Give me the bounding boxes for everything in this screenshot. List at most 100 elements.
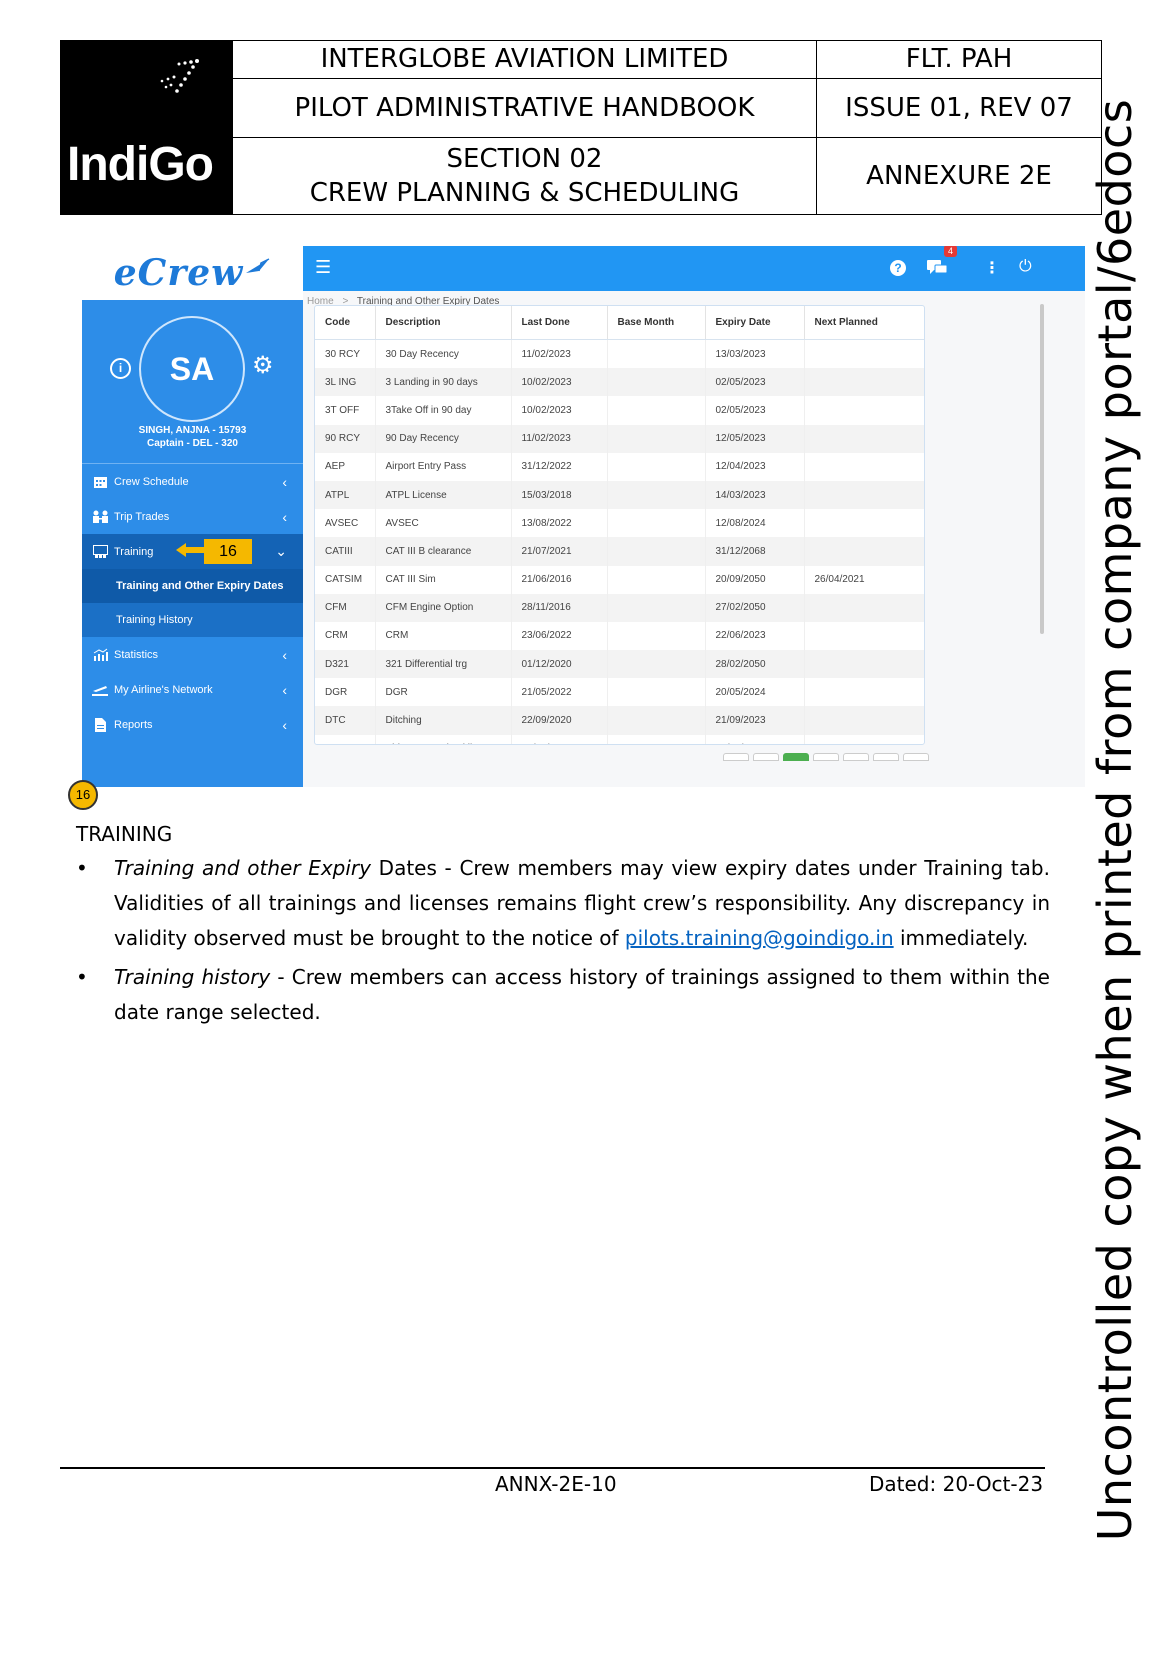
column-header[interactable]: Description: [375, 306, 512, 340]
help-icon[interactable]: ?: [890, 260, 906, 276]
column-header[interactable]: Expiry Date: [705, 306, 805, 340]
table-cell: DGR: [315, 678, 376, 707]
table-cell: [804, 593, 924, 622]
table-cell: [804, 452, 924, 481]
section-number: SECTION 02: [446, 143, 603, 174]
main-content: ☰ ? 4 ⋮ ⏻ Home > Training and Other Expi…: [303, 246, 1085, 787]
table-row[interactable]: D321 321 Differential trg 01/12/2020 28/02/…: [315, 650, 924, 679]
table-cell: [607, 368, 706, 397]
chat-icon[interactable]: [927, 260, 947, 276]
gear-icon[interactable]: ⚙: [252, 354, 274, 378]
sidebar-item-statistics[interactable]: Statistics ‹: [82, 637, 303, 672]
table-row[interactable]: CATSIM CAT III Sim 21/06/2016 20/09/2050 26/…: [315, 565, 924, 594]
table-cell: 26/04/2021: [804, 565, 924, 594]
table-cell: CRM: [315, 621, 376, 651]
table-row[interactable]: 30 RCY 30 Day Recency 11/02/2023 13/03/2023: [315, 339, 924, 369]
table-cell: 21/06/2016: [511, 565, 608, 594]
page-button[interactable]: [903, 753, 929, 761]
plane-icon: [92, 683, 108, 697]
power-icon[interactable]: ⏻: [1019, 258, 1032, 276]
email-link[interactable]: pilots.training@goindigo.in: [625, 926, 894, 950]
table-row[interactable]: ATPL ATPL License 15/03/2018 14/03/2023: [315, 480, 924, 510]
sidebar-item-airline-network[interactable]: My Airline's Network ‹: [82, 672, 303, 707]
step-number-marker: 16: [68, 780, 98, 810]
table-cell: [607, 706, 706, 735]
table-cell: [804, 368, 924, 397]
table-cell: 3Take Off in 90 day: [375, 396, 512, 425]
document-icon: [92, 717, 108, 732]
table-row[interactable]: 3T OFF 3Take Off in 90 day 10/02/2023 02/05…: [315, 396, 924, 425]
sidebar-subitem-expiry-dates[interactable]: Training and Other Expiry Dates: [82, 569, 303, 603]
table-cell: Airbus New Checklist: [375, 734, 512, 744]
sidebar-item-trip-trades[interactable]: Trip Trades ‹: [82, 499, 303, 534]
sidebar-item-crew-schedule[interactable]: Crew Schedule ‹: [82, 464, 303, 499]
table-row[interactable]: DGR DGR 21/05/2022 20/05/2024: [315, 678, 924, 707]
column-header[interactable]: Next Planned: [804, 306, 924, 340]
menu-icon[interactable]: ☰: [315, 257, 331, 278]
ecrew-brand[interactable]: eCrew: [82, 246, 303, 300]
avatar[interactable]: SA: [139, 316, 245, 422]
table-cell: 12/05/2023: [705, 424, 805, 453]
pagination: [723, 748, 933, 766]
table-cell: [607, 678, 706, 707]
sidebar-item-training[interactable]: Training 16 ⌄: [82, 534, 303, 569]
table-cell: 12/04/2023: [705, 452, 805, 481]
table-cell: 28/02/2050: [705, 650, 805, 679]
column-header[interactable]: Code: [315, 306, 376, 340]
table-cell: DGR: [375, 678, 512, 707]
table-row[interactable]: ECHKAirbus New Checklist03/01/2022 17/09/…: [315, 734, 924, 744]
table-cell: ATPL License: [375, 480, 512, 510]
page-button[interactable]: [843, 753, 869, 761]
training-board-icon: [92, 545, 108, 559]
kebab-icon[interactable]: ⋮: [984, 258, 1000, 278]
user-role: Captain - DEL - 320: [147, 438, 238, 449]
paper-plane-icon: [246, 258, 270, 273]
table-cell: [607, 424, 706, 453]
sidebar-subitem-training-history[interactable]: Training History: [82, 603, 303, 637]
indigo-logo: IndiGo: [60, 40, 233, 215]
page-button[interactable]: [723, 753, 749, 761]
section-name: CREW PLANNING & SCHEDULING: [309, 177, 740, 208]
page-button[interactable]: [813, 753, 839, 761]
uncontrolled-copy-watermark: Uncontrolled copy when printed from comp…: [1088, 98, 1142, 1542]
page-button-active[interactable]: [783, 753, 809, 761]
info-icon[interactable]: i: [110, 358, 131, 379]
table-cell: AEP: [315, 452, 376, 481]
table-cell: [804, 509, 924, 538]
table-row[interactable]: CFM CFM Engine Option 28/11/2016 27/02/2050: [315, 593, 924, 622]
table-cell: 21/09/2023: [705, 706, 805, 735]
table-row[interactable]: CATIII CAT III B clearance 21/07/2021 31/12…: [315, 537, 924, 566]
page-button[interactable]: [873, 753, 899, 761]
table-cell: CATIII: [315, 537, 376, 566]
page-button[interactable]: [753, 753, 779, 761]
table-cell: 27/02/2050: [705, 593, 805, 622]
table-cell: 3T OFF: [315, 396, 376, 425]
sidebar-item-label: Trip Trades: [114, 510, 170, 523]
table-cell: [607, 480, 706, 510]
column-header[interactable]: Last Done: [511, 306, 608, 340]
table-cell: [804, 396, 924, 425]
table-row[interactable]: 3L ING 3 Landing in 90 days 10/02/2023 02/0…: [315, 368, 924, 397]
table-cell: Airport Entry Pass: [375, 452, 512, 481]
scrollbar[interactable]: [1040, 304, 1044, 634]
table-cell: 13/08/2022: [511, 509, 608, 538]
table-cell: [804, 706, 924, 735]
table-cell: 02/05/2023: [705, 396, 805, 425]
table-cell: ECHK: [315, 734, 376, 744]
table-cell: [607, 396, 706, 425]
table-cell: 13/03/2023: [705, 339, 805, 369]
sidebar-item-reports[interactable]: Reports ‹: [82, 707, 303, 742]
table-cell: 31/12/2022: [511, 452, 608, 481]
chevron-left-icon: ‹: [282, 646, 287, 663]
table-cell: 21/07/2021: [511, 537, 608, 566]
table-row[interactable]: AEP Airport Entry Pass 31/12/2022 12/04/202…: [315, 452, 924, 481]
table-row[interactable]: 90 RCY 90 Day Recency 11/02/2023 12/05/2023: [315, 424, 924, 453]
ecrew-screenshot: eCrew i SA ⚙ SINGH, ANJNA - 15793 Captai…: [82, 246, 1085, 787]
table-cell: [804, 339, 924, 369]
table-cell: [607, 621, 706, 651]
table-cell: 14/03/2023: [705, 480, 805, 510]
table-row[interactable]: AVSEC AVSEC 13/08/2022 12/08/2024: [315, 509, 924, 538]
column-header[interactable]: Base Month: [607, 306, 706, 340]
table-row[interactable]: DTC Ditching 22/09/2020 21/09/2023: [315, 706, 924, 735]
table-row[interactable]: CRM CRM 23/06/2022 22/06/2023: [315, 621, 924, 651]
